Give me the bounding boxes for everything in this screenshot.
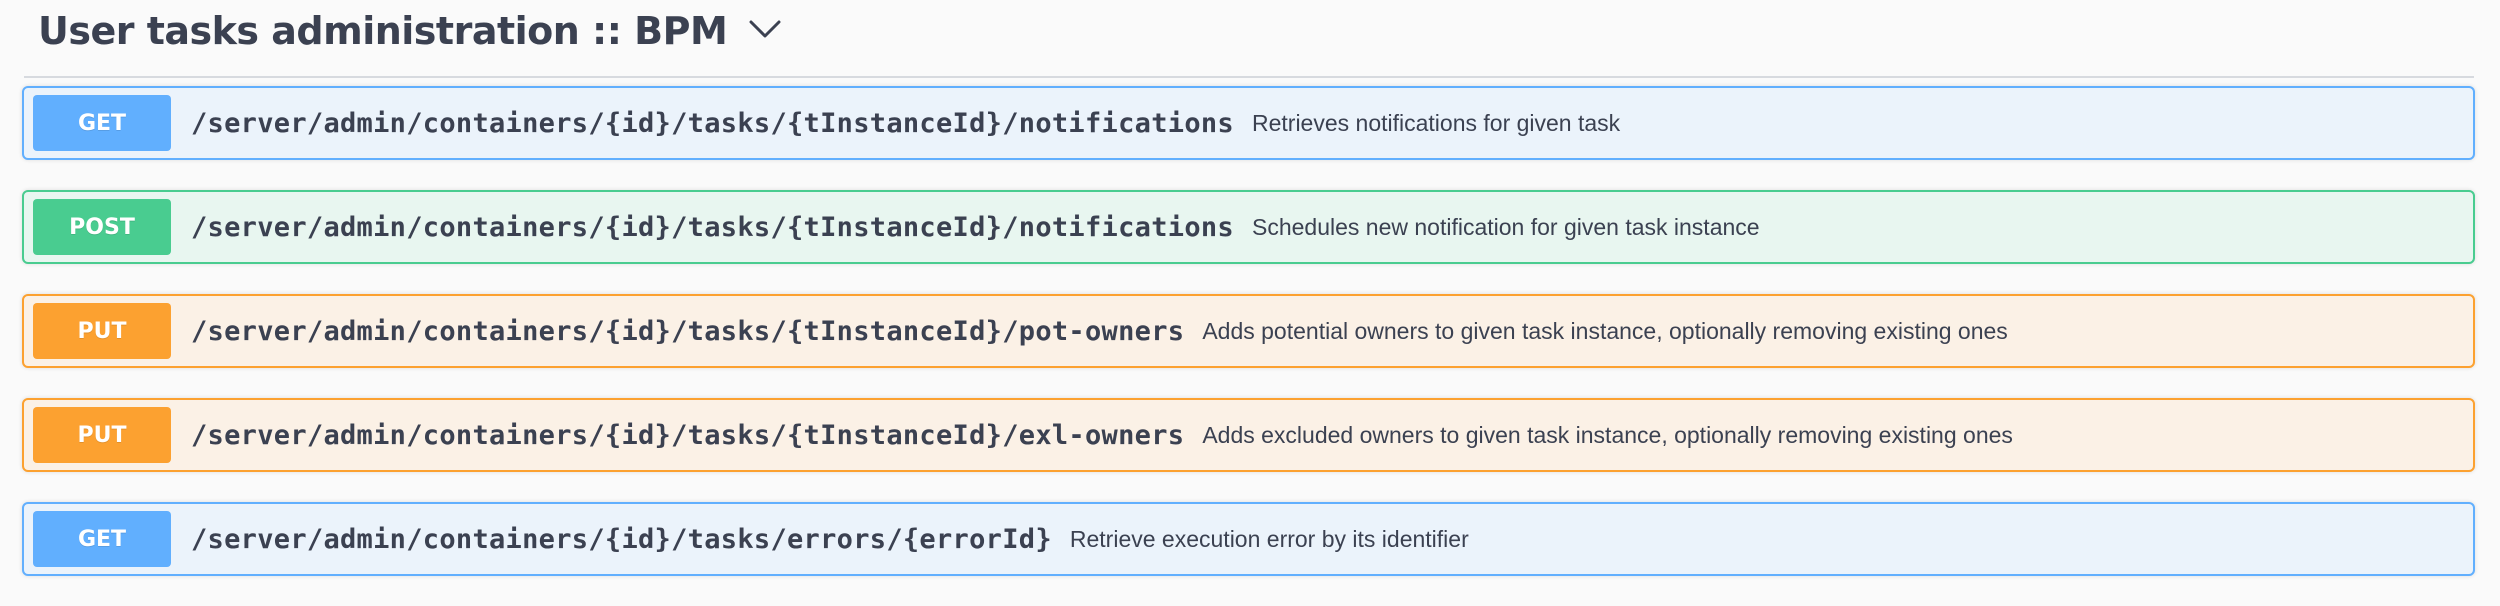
- operation-path: /server/admin/containers/{id}/tasks/{tIn…: [191, 419, 1185, 451]
- section-title: User tasks administration :: BPM: [38, 9, 728, 53]
- method-badge: PUT: [33, 407, 171, 463]
- operation-path: /server/admin/containers/{id}/tasks/{tIn…: [191, 211, 1234, 243]
- operations-list: GET /server/admin/containers/{id}/tasks/…: [22, 86, 2475, 606]
- operation-summary: Retrieves notifications for given task: [1252, 109, 1621, 136]
- chevron-down-icon[interactable]: [745, 10, 785, 50]
- operation-summary: Retrieve execution error by its identifi…: [1069, 525, 1469, 552]
- section-header[interactable]: User tasks administration :: BPM: [24, 0, 2474, 78]
- operation-summary: Adds potential owners to given task inst…: [1202, 317, 2008, 344]
- operation-path: /server/admin/containers/{id}/tasks/erro…: [191, 523, 1052, 555]
- operation-post-notifications[interactable]: POST /server/admin/containers/{id}/tasks…: [22, 190, 2475, 264]
- method-badge: GET: [33, 511, 171, 567]
- operation-get-notifications[interactable]: GET /server/admin/containers/{id}/tasks/…: [22, 86, 2475, 160]
- operation-path: /server/admin/containers/{id}/tasks/{tIn…: [191, 107, 1234, 139]
- operation-summary: Schedules new notification for given tas…: [1252, 213, 1760, 240]
- operation-path: /server/admin/containers/{id}/tasks/{tIn…: [191, 315, 1185, 347]
- method-badge: POST: [33, 199, 171, 255]
- operation-get-error[interactable]: GET /server/admin/containers/{id}/tasks/…: [22, 502, 2475, 576]
- operation-put-exl-owners[interactable]: PUT /server/admin/containers/{id}/tasks/…: [22, 398, 2475, 472]
- method-badge: GET: [33, 95, 171, 151]
- method-badge: PUT: [33, 303, 171, 359]
- operation-put-pot-owners[interactable]: PUT /server/admin/containers/{id}/tasks/…: [22, 294, 2475, 368]
- operation-summary: Adds excluded owners to given task insta…: [1202, 421, 2013, 448]
